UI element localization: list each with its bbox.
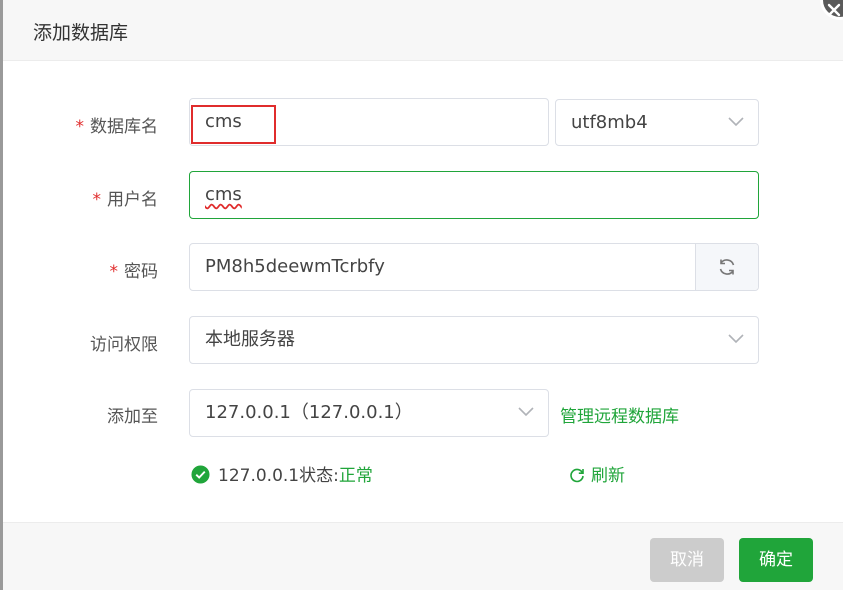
window-edge bbox=[0, 0, 3, 590]
add-to-label: 添加至 bbox=[107, 407, 158, 427]
add-to-select[interactable]: 127.0.0.1（127.0.0.1） bbox=[189, 389, 549, 437]
confirm-button[interactable]: 确定 bbox=[739, 538, 813, 582]
status-prefix: 127.0.0.1状态: bbox=[218, 466, 339, 486]
manage-remote-db-link[interactable]: 管理远程数据库 bbox=[560, 402, 679, 427]
required-mark: * bbox=[109, 262, 119, 282]
access-select[interactable]: 本地服务器 bbox=[189, 316, 759, 364]
refresh-icon bbox=[570, 468, 584, 483]
password-input[interactable]: PM8h5deewmTcrbfy bbox=[189, 243, 759, 291]
add-to-value: 127.0.0.1（127.0.0.1） bbox=[205, 402, 413, 423]
access-label: 访问权限 bbox=[90, 335, 158, 355]
check-circle-icon bbox=[191, 465, 210, 484]
cancel-button[interactable]: 取消 bbox=[650, 538, 724, 582]
dialog-header: 添加数据库 bbox=[3, 0, 843, 61]
charset-value: utf8mb4 bbox=[571, 112, 648, 133]
db-name-highlight-box bbox=[191, 105, 276, 144]
username-label: * 用户名 bbox=[38, 185, 159, 210]
password-label-text: 密码 bbox=[124, 262, 158, 282]
status-value: 正常 bbox=[338, 466, 373, 486]
chevron-down-icon bbox=[518, 407, 534, 417]
password-value: PM8h5deewmTcrbfy bbox=[205, 256, 385, 277]
db-name-label-text: 数据库名 bbox=[90, 117, 158, 137]
required-mark: * bbox=[92, 190, 102, 210]
server-status: 127.0.0.1状态:正常 bbox=[191, 461, 373, 486]
access-value: 本地服务器 bbox=[205, 329, 295, 350]
regenerate-password-button[interactable] bbox=[695, 244, 758, 290]
username-value: cms bbox=[205, 184, 242, 205]
chevron-down-icon bbox=[728, 117, 744, 127]
db-name-label: * 数据库名 bbox=[38, 112, 159, 137]
password-label: * 密码 bbox=[38, 257, 159, 282]
required-mark: * bbox=[75, 117, 85, 137]
chevron-down-icon bbox=[728, 334, 744, 344]
username-label-text: 用户名 bbox=[107, 190, 158, 210]
close-icon bbox=[827, 3, 841, 17]
dialog-title: 添加数据库 bbox=[33, 22, 129, 44]
refresh-label: 刷新 bbox=[591, 466, 625, 486]
refresh-status-link[interactable]: 刷新 bbox=[569, 461, 625, 486]
username-input[interactable]: cms bbox=[189, 171, 759, 219]
charset-select[interactable]: utf8mb4 bbox=[555, 99, 759, 146]
refresh-icon bbox=[719, 259, 735, 275]
